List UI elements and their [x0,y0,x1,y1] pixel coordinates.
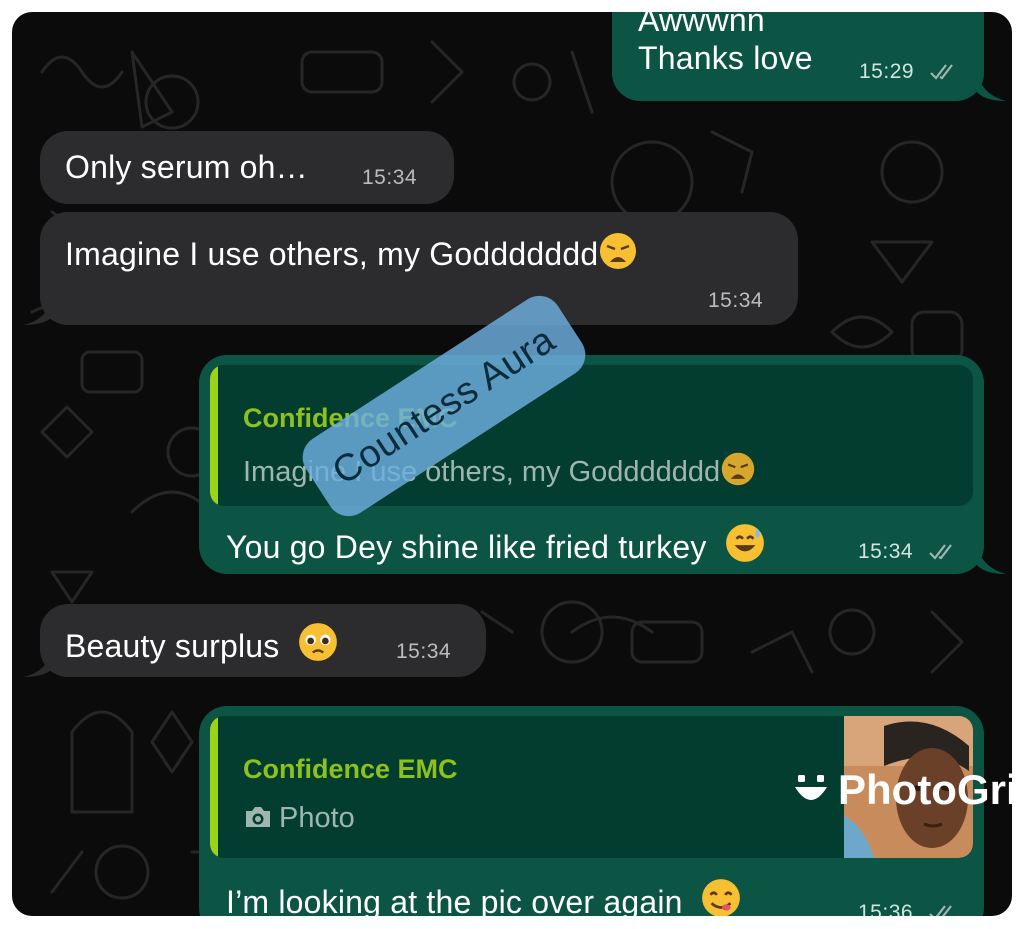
yum-face-icon [701,879,740,916]
bubble-tail [24,295,54,325]
message-incoming[interactable]: Only serum oh… 15:34 [40,131,454,204]
bubble-tail [976,544,1006,574]
quote-accent-bar [210,365,218,506]
photogrid-smile-icon [795,775,827,800]
message-text: Awwwnn [638,12,765,38]
read-receipt-icon [929,905,952,916]
message-time: 15:36 [858,901,914,916]
camera-icon [246,807,270,827]
read-receipt-icon [929,544,952,560]
quote-accent-bar [210,716,218,858]
message-incoming[interactable]: Imagine I use others, my Goddddddd 15:34 [40,212,798,325]
message-text: Thanks love [638,40,813,76]
message-text: Beauty surplus [65,621,339,665]
chat-window: Awwwnn Thanks love 15:29 Only serum oh… … [12,12,1012,916]
quote-author: Confidence EMC [243,754,458,784]
read-receipt-icon [930,64,953,80]
photogrid-text: PhotoGrid [838,766,1012,813]
message-time: 15:29 [859,60,915,83]
message-outgoing[interactable]: Awwwnn Thanks love 15:29 [612,12,984,101]
message-text: Only serum oh… [65,149,308,185]
bubble-tail [24,647,54,677]
photogrid-logo: PhotoGrid [792,766,1012,814]
weary-face-icon [600,233,637,269]
message-time: 15:34 [362,166,418,189]
pleading-face-icon [298,623,337,661]
grinning-sweat-face-icon [725,524,764,562]
quote-text: Photo [243,802,355,835]
message-text: You go Dey shine like fried turkey [226,522,766,566]
message-text: Imagine I use others, my Goddddddd [65,231,638,273]
bubble-tail [976,71,1006,101]
message-time: 15:34 [858,540,914,563]
message-incoming[interactable]: Beauty surplus 15:34 [40,604,486,677]
message-text: I’m looking at the pic over again [226,877,742,916]
weary-face-icon [721,452,755,486]
message-time: 15:34 [396,640,452,663]
message-time: 15:34 [708,289,764,312]
